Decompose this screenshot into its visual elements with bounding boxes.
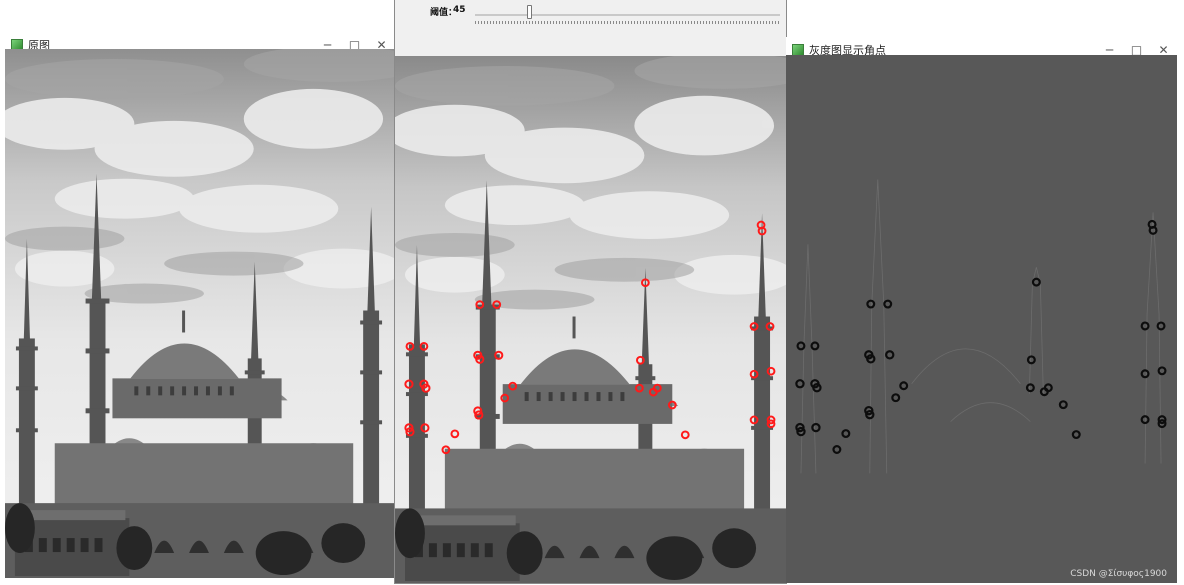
gray-corner-canvas [786, 55, 1177, 583]
threshold-trackbar-thumb[interactable] [526, 5, 532, 19]
threshold-window: 阈值： 45 [395, 0, 786, 583]
original-grayscale-photo [5, 49, 395, 578]
threshold-trackbar-track[interactable] [475, 14, 780, 16]
threshold-trackbar-panel: 阈值： 45 [395, 0, 786, 56]
threshold-corner-photo [395, 56, 786, 583]
threshold-trackbar-ticks [475, 21, 780, 24]
csdn-watermark: CSDN @Σίσυφος1900 [1070, 569, 1167, 579]
gray-corners-window: 灰度图显示角点 ─ □ ✕ CSDN @Σίσυφος1900 [786, 37, 1177, 583]
threshold-trackbar-value: 45 [453, 5, 466, 15]
original-image-window: 原图 ─ □ ✕ [5, 32, 395, 578]
